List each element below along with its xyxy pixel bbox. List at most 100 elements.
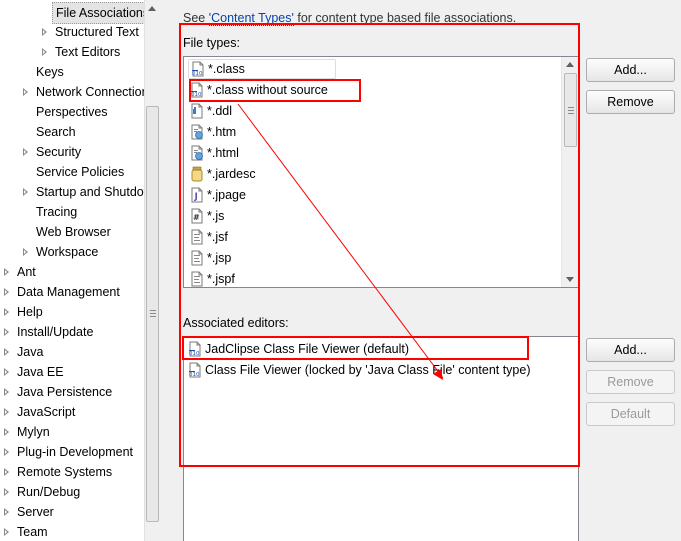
tree-scrollbar[interactable] bbox=[144, 0, 160, 541]
jsp-file-icon bbox=[190, 250, 204, 266]
preferences-tree[interactable]: File Associations Structured Text Text Edi… bbox=[0, 0, 144, 541]
expand-arrow-icon[interactable] bbox=[23, 88, 28, 96]
file-type-item[interactable]: *.html bbox=[190, 143, 239, 163]
editors-default-button[interactable]: Default bbox=[586, 402, 675, 426]
tree-item[interactable]: Text Editors bbox=[0, 42, 144, 62]
expand-arrow-icon[interactable] bbox=[4, 308, 9, 316]
content-types-link[interactable]: 'Content Types' bbox=[208, 11, 294, 26]
expand-arrow-icon[interactable] bbox=[23, 148, 28, 156]
expand-arrow-icon[interactable] bbox=[23, 248, 28, 256]
expand-arrow-icon[interactable] bbox=[4, 428, 9, 436]
tree-item[interactable]: Workspace bbox=[0, 242, 144, 262]
tree-item[interactable]: Mylyn bbox=[0, 422, 144, 442]
expand-arrow-icon[interactable] bbox=[23, 188, 28, 196]
file-type-item[interactable]: *.htm bbox=[190, 122, 236, 142]
expand-arrow-icon[interactable] bbox=[4, 488, 9, 496]
expand-arrow-icon[interactable] bbox=[4, 508, 9, 516]
tree-item[interactable]: Service Policies bbox=[0, 162, 144, 182]
html-file-icon bbox=[190, 124, 204, 140]
tree-item[interactable]: Java Persistence bbox=[0, 382, 144, 402]
tree-item[interactable]: Server bbox=[0, 502, 144, 522]
file-types-add-button[interactable]: Add... bbox=[586, 58, 675, 82]
tree-item[interactable]: Plug-in Development bbox=[0, 442, 144, 462]
file-type-item[interactable]: # *.js bbox=[190, 206, 224, 226]
tree-item[interactable]: Web Browser bbox=[0, 222, 144, 242]
scroll-down-arrow-icon[interactable] bbox=[566, 277, 574, 282]
tree-item[interactable]: Perspectives bbox=[0, 102, 144, 122]
tree-item[interactable]: Remote Systems bbox=[0, 462, 144, 482]
editors-add-button[interactable]: Add... bbox=[586, 338, 675, 362]
tree-item[interactable]: Ant bbox=[0, 262, 144, 282]
file-type-item[interactable]: *.jsf bbox=[190, 227, 228, 247]
expand-arrow-icon[interactable] bbox=[4, 348, 9, 356]
scroll-up-arrow-icon[interactable] bbox=[566, 62, 574, 67]
file-type-item[interactable]: 010 *.class without source bbox=[190, 80, 328, 100]
tree-item-label: Plug-in Development bbox=[17, 445, 134, 459]
file-type-item[interactable]: *.jardesc bbox=[190, 164, 256, 184]
jsp-file-icon bbox=[190, 229, 204, 245]
tree-item-label: Team bbox=[17, 525, 48, 539]
file-type-label: *.htm bbox=[207, 125, 237, 139]
expand-arrow-icon[interactable] bbox=[4, 268, 9, 276]
expand-arrow-icon[interactable] bbox=[4, 288, 9, 296]
tree-item[interactable]: Java bbox=[0, 342, 144, 362]
file-type-item[interactable]: J *.jpage bbox=[190, 185, 246, 205]
svg-text:010: 010 bbox=[189, 351, 200, 357]
scroll-up-arrow-icon[interactable] bbox=[148, 6, 156, 11]
expand-arrow-icon[interactable] bbox=[42, 48, 47, 56]
expand-arrow-icon[interactable] bbox=[42, 28, 47, 36]
tree-item-label: Security bbox=[36, 145, 82, 159]
pane-divider[interactable] bbox=[160, 0, 169, 541]
hint-suffix: for content type based file associations… bbox=[293, 11, 517, 25]
file-type-item[interactable]: *.jsp bbox=[190, 248, 231, 268]
tree-item-label: Web Browser bbox=[36, 225, 111, 239]
file-type-item[interactable]: *.ddl bbox=[190, 101, 232, 121]
editor-label: Class File Viewer (locked by 'Java Class… bbox=[205, 363, 531, 377]
tree-item[interactable]: Tracing bbox=[0, 202, 144, 222]
tree-scroll-thumb[interactable] bbox=[146, 106, 159, 522]
expand-arrow-icon[interactable] bbox=[4, 468, 9, 476]
file-types-label: File types: bbox=[183, 36, 240, 50]
expand-arrow-icon[interactable] bbox=[4, 408, 9, 416]
editors-remove-button[interactable]: Remove bbox=[586, 370, 675, 394]
tree-item[interactable]: Structured Text bbox=[0, 22, 144, 42]
tree-item[interactable]: Run/Debug bbox=[0, 482, 144, 502]
tree-item[interactable]: File Associations bbox=[0, 2, 144, 24]
file-types-scrollbar[interactable] bbox=[561, 57, 578, 287]
expand-arrow-icon[interactable] bbox=[4, 388, 9, 396]
tree-item-label: Install/Update bbox=[17, 325, 94, 339]
tree-item-label: Java EE bbox=[17, 365, 64, 379]
tree-item[interactable]: Help bbox=[0, 302, 144, 322]
file-types-list[interactable]: 010 *.class 010 *.class without source *.ddl… bbox=[183, 56, 579, 288]
tree-item-label: Keys bbox=[36, 65, 64, 79]
tree-item[interactable]: Keys bbox=[0, 62, 144, 82]
tree-item[interactable]: Install/Update bbox=[0, 322, 144, 342]
file-types-scroll-thumb[interactable] bbox=[564, 73, 577, 147]
tree-item[interactable]: Search bbox=[0, 122, 144, 142]
file-type-item[interactable]: *.jspf bbox=[190, 269, 235, 287]
file-type-item[interactable]: 010 *.class bbox=[188, 59, 336, 79]
tree-item-label: Java bbox=[17, 345, 44, 359]
tree-item[interactable]: Data Management bbox=[0, 282, 144, 302]
tree-item[interactable]: Startup and Shutdown bbox=[0, 182, 144, 202]
editor-item[interactable]: 010 Class File Viewer (locked by 'Java Cl… bbox=[188, 360, 531, 380]
expand-arrow-icon[interactable] bbox=[4, 448, 9, 456]
file-type-label: *.jsp bbox=[207, 251, 232, 265]
editor-item[interactable]: 010 JadClipse Class File Viewer (default) bbox=[188, 339, 409, 359]
tree-item-label: Network Connections bbox=[36, 85, 144, 99]
class-file-icon: 010 bbox=[188, 362, 202, 378]
tree-item-label: Run/Debug bbox=[17, 485, 81, 499]
js-file-icon: # bbox=[190, 208, 204, 224]
tree-item[interactable]: JavaScript bbox=[0, 402, 144, 422]
associated-editors-list[interactable]: 010 JadClipse Class File Viewer (default)… bbox=[183, 336, 579, 541]
file-type-label: *.class without source bbox=[207, 83, 328, 97]
tree-item[interactable]: Team bbox=[0, 522, 144, 541]
expand-arrow-icon[interactable] bbox=[4, 528, 9, 536]
svg-text:010: 010 bbox=[191, 92, 202, 98]
file-types-remove-button[interactable]: Remove bbox=[586, 90, 675, 114]
expand-arrow-icon[interactable] bbox=[4, 368, 9, 376]
tree-item[interactable]: Security bbox=[0, 142, 144, 162]
expand-arrow-icon[interactable] bbox=[4, 328, 9, 336]
tree-item[interactable]: Java EE bbox=[0, 362, 144, 382]
tree-item[interactable]: Network Connections bbox=[0, 82, 144, 102]
